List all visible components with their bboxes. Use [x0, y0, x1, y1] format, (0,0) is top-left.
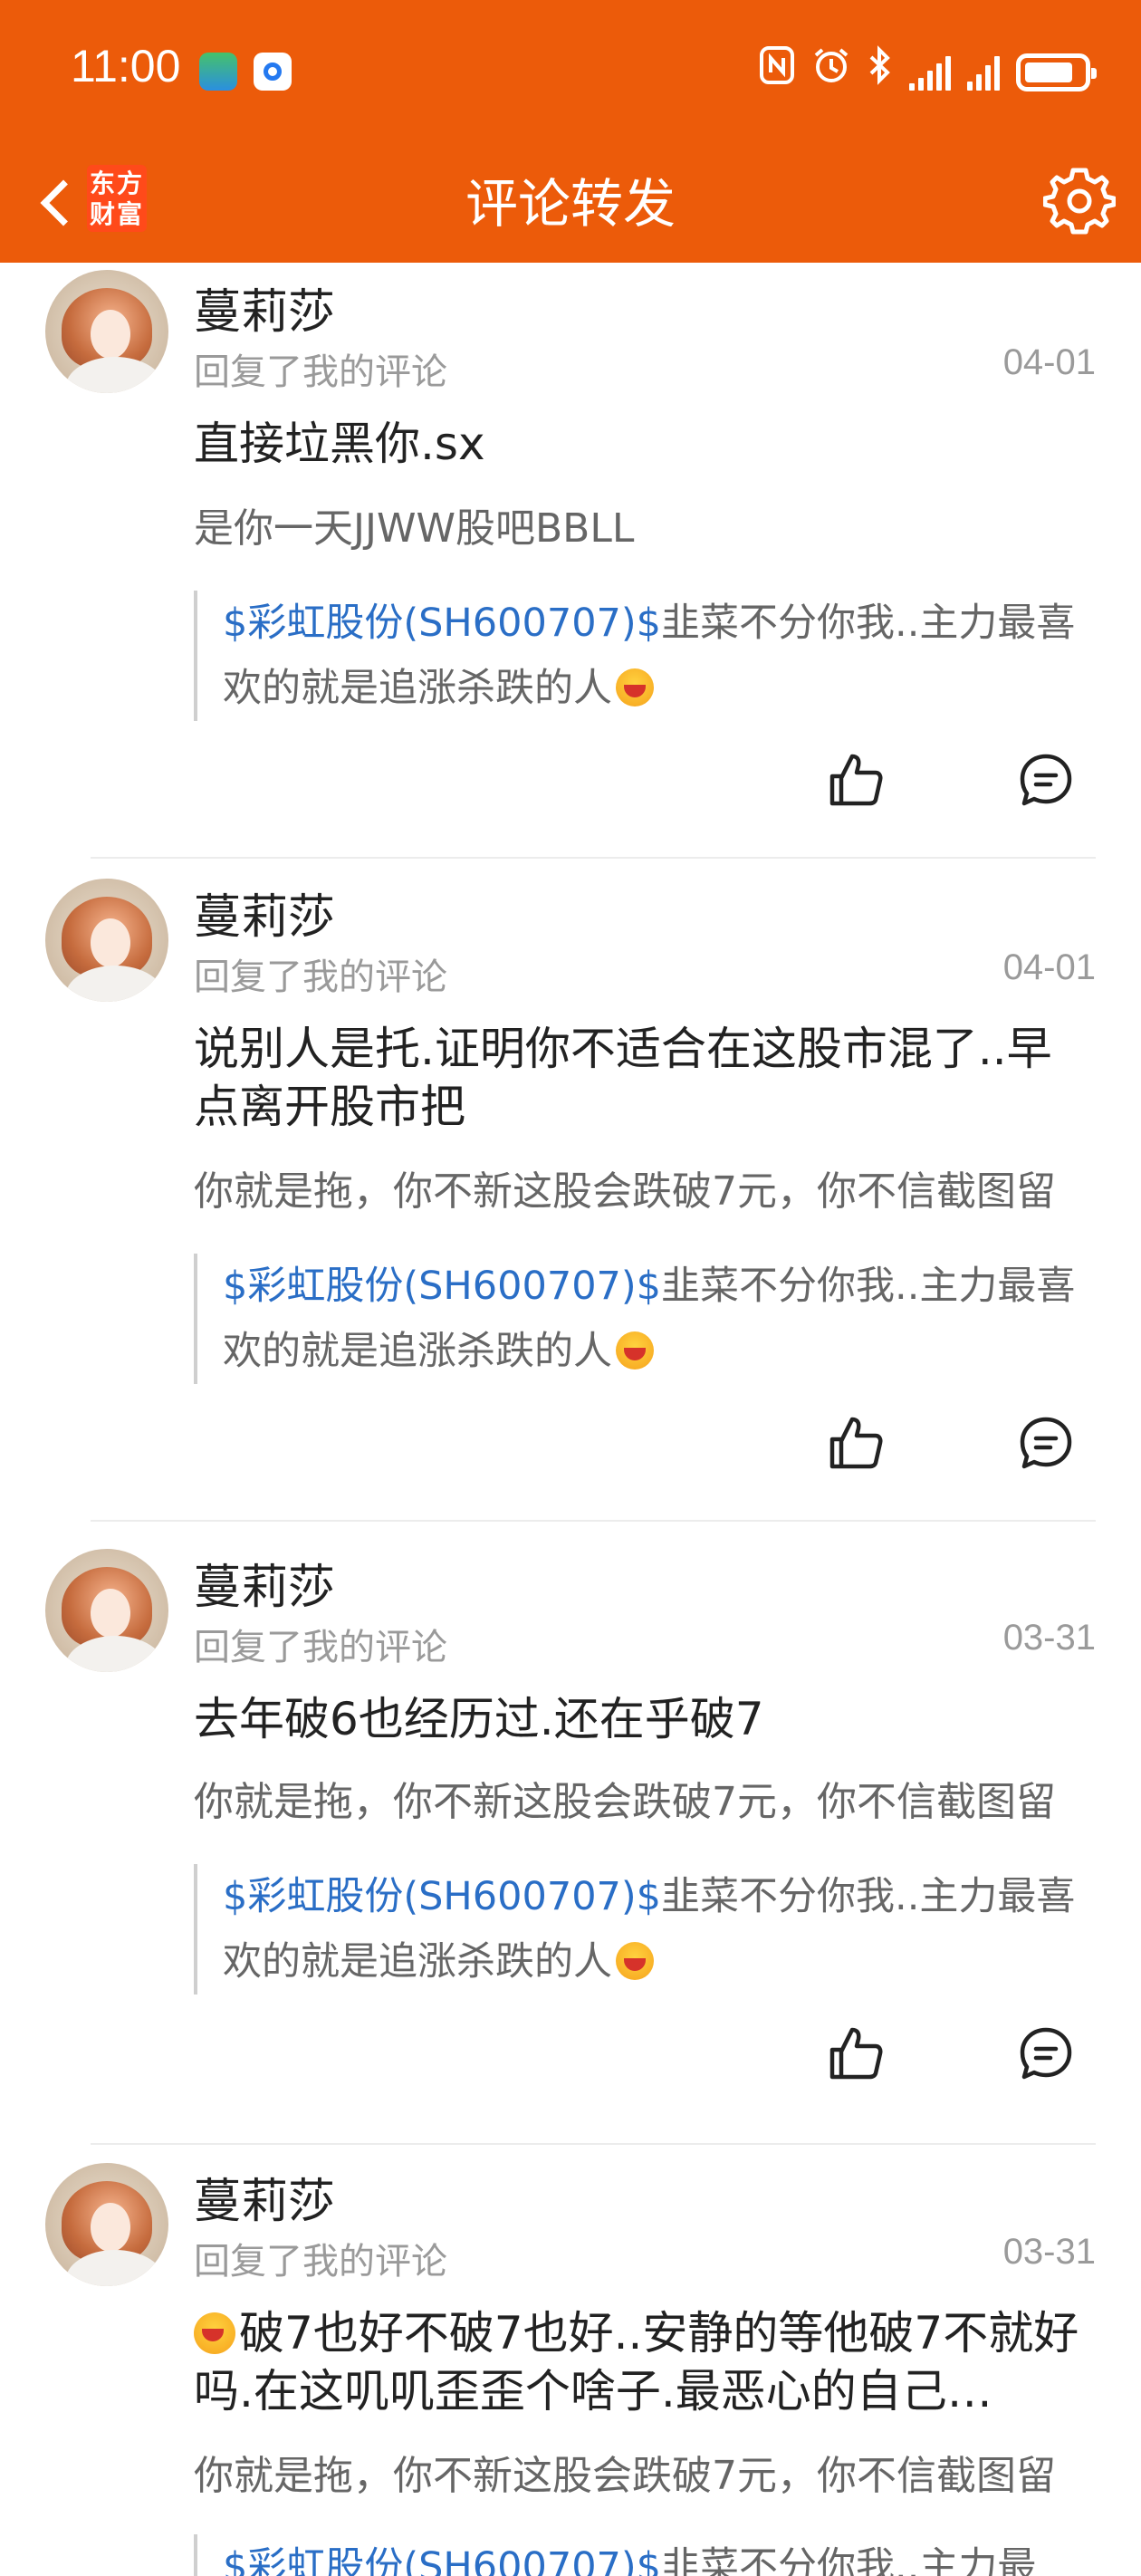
username[interactable]: 蔓莉莎 — [194, 1549, 335, 1617]
comment-content[interactable]: 去年破6也经历过.还在乎破7 — [194, 1690, 1099, 1748]
laughing-emoji-icon — [616, 1331, 654, 1370]
thumbs-up-icon — [829, 754, 883, 806]
avatar[interactable] — [45, 1549, 168, 1672]
comment-bubble-icon — [1020, 1417, 1072, 1469]
stock-link[interactable]: $彩虹股份(SH600707)$ — [223, 1874, 661, 1919]
nfc-icon — [759, 45, 795, 99]
stock-link[interactable]: $彩虹股份(SH600707)$ — [223, 601, 661, 646]
header: 东方财富 评论转发 — [0, 145, 1141, 263]
reply-button[interactable] — [1005, 2013, 1087, 2094]
laughing-emoji-icon — [616, 668, 654, 706]
laughing-emoji-icon — [194, 2312, 235, 2354]
page-title: 评论转发 — [465, 173, 676, 235]
status-time: 11:00 — [71, 41, 181, 91]
reply-button[interactable] — [1005, 739, 1087, 821]
settings-button[interactable] — [1038, 159, 1121, 243]
comment-content[interactable]: 直接垃黑你.sx — [194, 415, 1099, 473]
comment-item: 蔓莉莎 回复了我的评论 04-01 直接垃黑你.sx 是你一天JJWW股吧BBL… — [0, 263, 1141, 860]
comment-date: 04-01 — [1002, 947, 1096, 987]
thumbs-up-icon — [829, 2027, 883, 2080]
comment-item: 蔓莉莎 回复了我的评论 04-01 说别人是托.证明你不适合在这股市混了..早点… — [0, 879, 1141, 1549]
stock-link[interactable]: $彩虹股份(SH600707)$ — [223, 2544, 661, 2576]
comment-content[interactable]: 破7也好不破7也好..安静的等他破7不就好吗.在这叽叽歪歪个啥子.最恶心的自己… — [194, 2304, 1099, 2420]
like-button[interactable] — [815, 739, 896, 821]
like-button[interactable] — [815, 1402, 896, 1484]
action-text: 回复了我的评论 — [194, 2241, 447, 2283]
divider — [91, 2143, 1096, 2145]
status-icons — [759, 45, 1097, 99]
divider — [91, 857, 1096, 859]
signal-icon — [909, 54, 951, 91]
quoted-post[interactable]: $彩虹股份(SH600707)$韭菜不分你我..主力最喜欢的就是追涨杀跌的人 — [194, 1254, 1096, 1384]
signal-icon — [967, 54, 1000, 91]
action-text: 回复了我的评论 — [194, 956, 447, 998]
battery-icon — [1016, 53, 1097, 91]
action-text: 回复了我的评论 — [194, 351, 447, 393]
quoted-post[interactable]: $彩虹股份(SH600707)$韭菜不分你我..主力最喜欢的就是追涨杀跌的人 — [194, 591, 1096, 721]
top-bar: 11:00 东方财富 评论转发 — [0, 0, 1141, 263]
divider — [91, 1520, 1096, 1522]
bluetooth-icon — [868, 45, 893, 99]
comment-content[interactable]: 说别人是托.证明你不适合在这股市混了..早点离开股市把 — [194, 1020, 1081, 1136]
comment-bubble-icon — [1020, 754, 1072, 806]
username[interactable]: 蔓莉莎 — [194, 879, 335, 947]
avatar[interactable] — [45, 879, 168, 1002]
like-button[interactable] — [815, 2013, 896, 2094]
comment-bubble-icon — [1020, 2027, 1072, 2080]
quoted-post[interactable]: $彩虹股份(SH600707)$韭菜不分你我..主力最 — [194, 2534, 1096, 2576]
laughing-emoji-icon — [616, 1942, 654, 1980]
status-bar: 11:00 — [0, 0, 1141, 145]
action-text: 回复了我的评论 — [194, 1627, 447, 1668]
stock-link[interactable]: $彩虹股份(SH600707)$ — [223, 1264, 661, 1309]
comment-actions — [0, 1402, 1141, 1484]
comment-date: 03-31 — [1002, 2232, 1096, 2272]
reply-button[interactable] — [1005, 1402, 1087, 1484]
original-comment[interactable]: 你就是拖，你不新这股会跌破7元，你不信截图留 — [194, 2451, 1096, 2502]
original-comment[interactable]: 是你一天JJWW股吧BBLL — [194, 504, 1096, 554]
app-notification-icon — [254, 53, 292, 91]
alarm-icon — [811, 45, 851, 99]
quote-text: 韭菜不分你我..主力最 — [661, 2544, 1037, 2576]
quoted-post[interactable]: $彩虹股份(SH600707)$韭菜不分你我..主力最喜欢的就是追涨杀跌的人 — [194, 1864, 1096, 1994]
app-notification-icon — [199, 53, 237, 91]
username[interactable]: 蔓莉莎 — [194, 2163, 335, 2231]
comment-text: 破7也好不破7也好..安静的等他破7不就好吗.在这叽叽歪歪个啥子.最恶心的自己… — [194, 2307, 1079, 2417]
comment-date: 04-01 — [1002, 342, 1096, 382]
original-comment[interactable]: 你就是拖，你不新这股会跌破7元，你不信截图留 — [194, 1167, 1096, 1217]
comment-item: 蔓莉莎 回复了我的评论 03-31 破7也好不破7也好..安静的等他破7不就好吗… — [0, 2163, 1141, 2576]
avatar[interactable] — [45, 270, 168, 393]
thumbs-up-icon — [829, 1417, 883, 1469]
gear-icon — [1043, 168, 1116, 235]
original-comment[interactable]: 你就是拖，你不新这股会跌破7元，你不信截图留 — [194, 1777, 1096, 1828]
comment-actions — [0, 739, 1141, 821]
comment-item: 蔓莉莎 回复了我的评论 03-31 去年破6也经历过.还在乎破7 你就是拖，你不… — [0, 1549, 1141, 2165]
username[interactable]: 蔓莉莎 — [194, 274, 335, 341]
comment-date: 03-31 — [1002, 1618, 1096, 1658]
avatar[interactable] — [45, 2163, 168, 2286]
comment-actions — [0, 2013, 1141, 2094]
